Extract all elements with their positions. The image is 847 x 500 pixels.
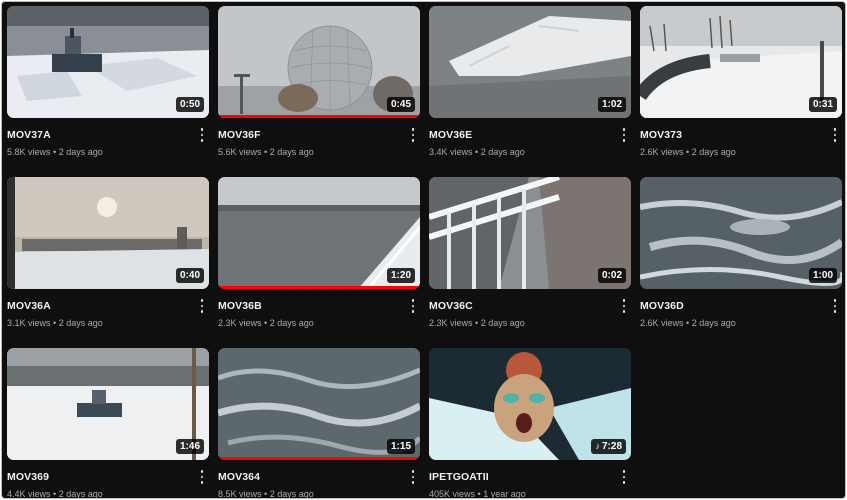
view-count: 2.3K views — [429, 318, 473, 328]
view-count: 4.4K views — [7, 489, 51, 499]
video-card[interactable]: 1:20 MOV36B 2.3K views • 2 days ago — [217, 177, 421, 331]
video-grid: 0:50 MOV37A 5.8K views • 2 days ago 0:45… — [2, 2, 845, 498]
video-thumbnail[interactable]: 0:50 — [7, 6, 209, 118]
upload-age: 2 days ago — [58, 489, 103, 499]
more-actions-icon[interactable] — [831, 128, 839, 142]
more-actions-icon[interactable] — [198, 470, 206, 484]
upload-age: 2 days ago — [480, 318, 525, 328]
video-card[interactable]: 0:02 MOV36C 2.3K views • 2 days ago — [428, 177, 632, 331]
video-title[interactable]: MOV364 — [218, 471, 260, 483]
duration-badge: 0:45 — [386, 97, 415, 112]
video-thumbnail[interactable]: ♪ 7:28 — [429, 348, 631, 460]
more-actions-icon[interactable] — [198, 128, 206, 142]
video-title[interactable]: MOV37A — [7, 129, 51, 141]
video-title[interactable]: MOV36F — [218, 129, 261, 141]
video-thumbnail[interactable]: 1:46 — [7, 348, 209, 460]
more-actions-icon[interactable] — [620, 470, 628, 484]
video-thumbnail[interactable]: 0:40 — [7, 177, 209, 289]
view-count: 405K views — [429, 489, 476, 499]
video-thumbnail[interactable]: 0:31 — [640, 6, 842, 118]
upload-age: 2 days ago — [269, 318, 314, 328]
more-actions-icon[interactable] — [620, 128, 628, 142]
duration-badge: 1:46 — [175, 439, 204, 454]
video-card[interactable]: 0:40 MOV36A 3.1K views • 2 days ago — [6, 177, 210, 331]
video-card[interactable]: 0:50 MOV37A 5.8K views • 2 days ago — [6, 6, 210, 160]
video-grid-panel: 0:50 MOV37A 5.8K views • 2 days ago 0:45… — [1, 1, 846, 499]
video-metadata: 2.6K views • 2 days ago — [640, 318, 736, 328]
video-title[interactable]: MOV36D — [640, 300, 684, 312]
video-thumbnail[interactable]: 0:02 — [429, 177, 631, 289]
more-actions-icon[interactable] — [198, 299, 206, 313]
upload-age: 1 year ago — [483, 489, 526, 499]
view-count: 3.1K views — [7, 318, 51, 328]
view-count: 3.4K views — [429, 147, 473, 157]
duration-badge: 1:15 — [386, 439, 415, 454]
video-metadata: 5.8K views • 2 days ago — [7, 147, 103, 157]
music-note-icon: ♪ — [595, 441, 600, 451]
video-card[interactable]: ♪ 7:28 IPETGOATII 405K views • 1 year ago — [428, 348, 632, 499]
video-card[interactable]: 1:00 MOV36D 2.6K views • 2 days ago — [639, 177, 843, 331]
video-card[interactable]: 0:31 MOV373 2.6K views • 2 days ago — [639, 6, 843, 160]
upload-age: 2 days ago — [691, 147, 736, 157]
upload-age: 2 days ago — [269, 147, 314, 157]
view-count: 8.5K views — [218, 489, 262, 499]
duration-badge: 0:40 — [175, 268, 204, 283]
video-metadata: 8.5K views • 2 days ago — [218, 489, 314, 499]
more-actions-icon[interactable] — [409, 128, 417, 142]
upload-age: 2 days ago — [58, 318, 103, 328]
video-metadata: 2.3K views • 2 days ago — [218, 318, 314, 328]
video-metadata: 2.3K views • 2 days ago — [429, 318, 525, 328]
video-metadata: 4.4K views • 2 days ago — [7, 489, 103, 499]
video-title[interactable]: MOV369 — [7, 471, 49, 483]
video-title[interactable]: MOV36A — [7, 300, 51, 312]
video-metadata: 405K views • 1 year ago — [429, 489, 526, 499]
duration-badge: 1:02 — [597, 97, 626, 112]
upload-age: 2 days ago — [269, 489, 314, 499]
video-title[interactable]: MOV36B — [218, 300, 262, 312]
duration-badge: ♪ 7:28 — [591, 439, 626, 454]
upload-age: 2 days ago — [691, 318, 736, 328]
video-thumbnail[interactable]: 1:20 — [218, 177, 420, 289]
video-metadata: 3.1K views • 2 days ago — [7, 318, 103, 328]
video-title[interactable]: MOV36C — [429, 300, 473, 312]
video-metadata: 3.4K views • 2 days ago — [429, 147, 525, 157]
more-actions-icon[interactable] — [831, 299, 839, 313]
video-thumbnail[interactable]: 1:00 — [640, 177, 842, 289]
video-card[interactable]: 1:46 MOV369 4.4K views • 2 days ago — [6, 348, 210, 499]
video-metadata: 5.6K views • 2 days ago — [218, 147, 314, 157]
view-count: 5.6K views — [218, 147, 262, 157]
video-title[interactable]: IPETGOATII — [429, 471, 489, 483]
video-title[interactable]: MOV36E — [429, 129, 472, 141]
video-card[interactable]: 1:15 MOV364 8.5K views • 2 days ago — [217, 348, 421, 499]
view-count: 5.8K views — [7, 147, 51, 157]
duration-badge: 0:31 — [808, 97, 837, 112]
video-thumbnail[interactable]: 0:45 — [218, 6, 420, 118]
more-actions-icon[interactable] — [620, 299, 628, 313]
video-metadata: 2.6K views • 2 days ago — [640, 147, 736, 157]
duration-badge: 0:50 — [175, 97, 204, 112]
view-count: 2.6K views — [640, 318, 684, 328]
upload-age: 2 days ago — [58, 147, 103, 157]
video-card[interactable]: 1:02 MOV36E 3.4K views • 2 days ago — [428, 6, 632, 160]
more-actions-icon[interactable] — [409, 299, 417, 313]
duration-badge: 1:20 — [386, 268, 415, 283]
video-title[interactable]: MOV373 — [640, 129, 682, 141]
duration-badge: 1:00 — [808, 268, 837, 283]
upload-age: 2 days ago — [480, 147, 525, 157]
more-actions-icon[interactable] — [409, 470, 417, 484]
view-count: 2.6K views — [640, 147, 684, 157]
view-count: 2.3K views — [218, 318, 262, 328]
video-thumbnail[interactable]: 1:02 — [429, 6, 631, 118]
duration-badge: 0:02 — [597, 268, 626, 283]
video-card[interactable]: 0:45 MOV36F 5.6K views • 2 days ago — [217, 6, 421, 160]
video-thumbnail[interactable]: 1:15 — [218, 348, 420, 460]
